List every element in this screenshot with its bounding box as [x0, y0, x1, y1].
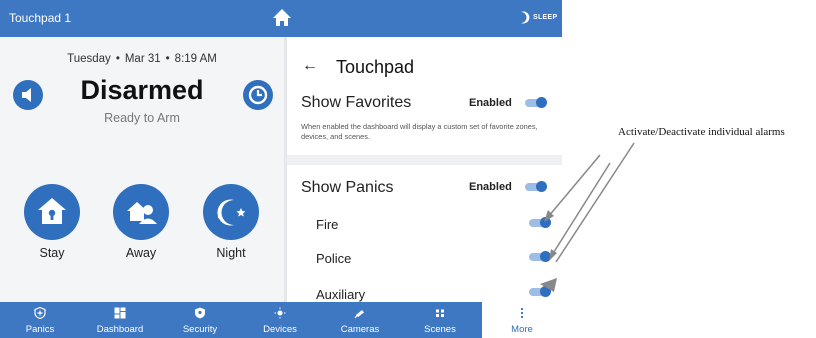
annotation-arrows: [540, 142, 635, 292]
arrowhead: [549, 249, 557, 261]
arrowhead: [540, 278, 557, 292]
